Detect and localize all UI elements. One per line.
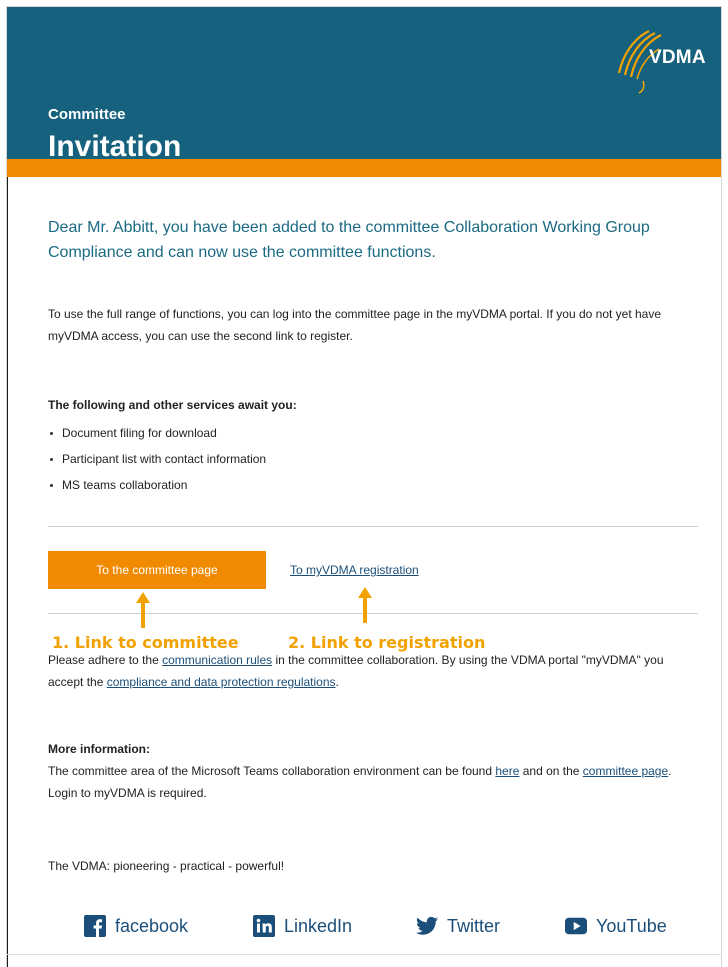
list-item: Participant list with contact informatio…: [48, 448, 266, 474]
list-item: Document filing for download: [48, 422, 266, 448]
page-title: Invitation: [48, 130, 182, 159]
access-text: To use the full range of functions, you …: [48, 307, 662, 343]
divider: [48, 526, 698, 527]
youtube-label: YouTube: [596, 915, 667, 936]
services-heading: The following and other services await y…: [48, 398, 297, 412]
arrow-up-icon: [136, 592, 150, 628]
more-info-heading: More information:: [48, 742, 150, 756]
facebook-icon: [84, 915, 106, 937]
more-info-prefix: The committee area of the Microsoft Team…: [48, 764, 496, 778]
twitter-label: Twitter: [447, 915, 501, 936]
linkedin-link[interactable]: LinkedIn: [253, 909, 352, 943]
registration-link[interactable]: To myVDMA registration: [290, 563, 419, 577]
facebook-label: facebook: [115, 915, 189, 936]
rules-prefix: Please adhere to the: [48, 653, 163, 667]
logo-text: VDMA: [649, 47, 706, 68]
twitter-icon: [416, 915, 438, 937]
linkedin-icon: [253, 915, 275, 937]
footer-divider: [7, 954, 721, 955]
communication-rules-link[interactable]: communication rules: [162, 653, 272, 667]
twitter-link[interactable]: Twitter: [416, 909, 500, 943]
arrow-up-icon: [358, 587, 372, 623]
header-kicker: Committee: [48, 106, 126, 123]
youtube-link[interactable]: YouTube: [565, 909, 667, 943]
accent-bar: [7, 159, 721, 177]
committee-page-link[interactable]: committee page: [583, 764, 668, 778]
more-info-middle: and on the: [519, 764, 583, 778]
more-info-text: The committee area of the Microsoft Team…: [48, 760, 698, 804]
youtube-icon: [565, 915, 587, 937]
here-link[interactable]: here: [495, 764, 519, 778]
rules-text: Please adhere to the communication rules…: [48, 649, 698, 693]
email-frame: VDMA Committee Invitation Dear Mr. Abbit…: [6, 6, 722, 967]
list-item: MS teams collaboration: [48, 474, 266, 500]
vdma-logo: VDMA: [609, 25, 709, 94]
linkedin-label: LinkedIn: [284, 915, 353, 936]
rules-suffix: .: [335, 675, 339, 689]
services-list: Document filing for download Participant…: [48, 422, 266, 500]
compliance-link[interactable]: compliance and data protection regulatio…: [107, 675, 336, 689]
tagline: The VDMA: pioneering - practical - power…: [48, 859, 285, 873]
committee-page-button[interactable]: To the committee page: [48, 551, 266, 589]
intro-text: Dear Mr. Abbitt, you have been added to …: [48, 219, 650, 261]
email-header: VDMA Committee Invitation: [7, 7, 721, 177]
facebook-link[interactable]: facebook: [84, 909, 188, 943]
